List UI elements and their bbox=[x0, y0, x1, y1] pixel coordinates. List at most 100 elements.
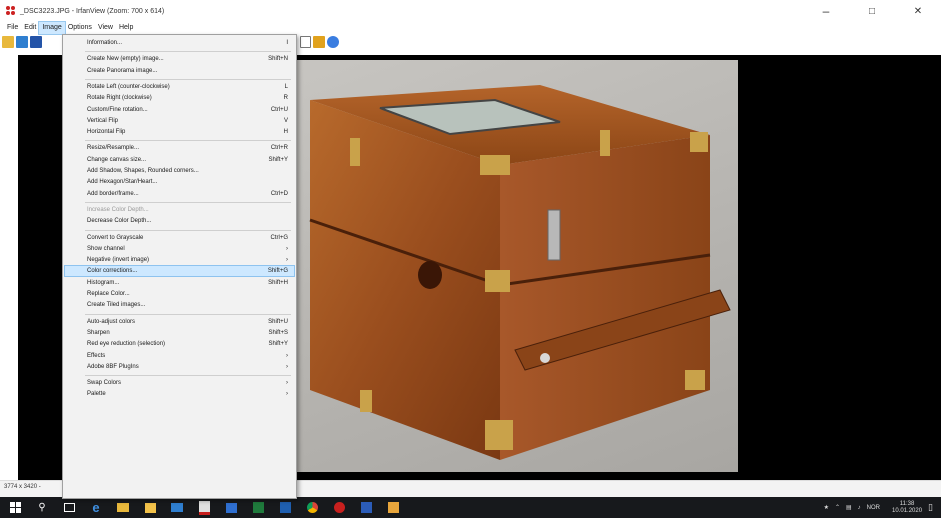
menu-item-rotate-left-counter-clockwise[interactable]: Rotate Left (counter-clockwise) L bbox=[65, 82, 294, 92]
menu-item-label: Create New (empty) image... bbox=[87, 56, 164, 63]
menu-item-swap-colors[interactable]: Swap Colors › bbox=[65, 378, 294, 388]
menu-separator bbox=[85, 51, 291, 53]
mail-icon[interactable] bbox=[170, 501, 184, 515]
chrome-icon[interactable] bbox=[305, 501, 319, 515]
menu-item-rotate-right-clockwise[interactable]: Rotate Right (clockwise) R bbox=[65, 93, 294, 103]
irfanview-app-icon[interactable] bbox=[6, 6, 16, 16]
menu-item-custom-fine-rotation[interactable]: Custom/Fine rotation... Ctrl+U bbox=[65, 105, 294, 115]
menu-item-shortcut: › bbox=[286, 363, 288, 370]
notification-icon[interactable]: ▯ bbox=[928, 502, 933, 513]
chevron-up-icon[interactable]: ⌃ bbox=[835, 504, 840, 511]
menu-item-label: Show channel bbox=[87, 245, 125, 252]
language-indicator[interactable]: NOR bbox=[867, 505, 880, 511]
menu-item-sharpen[interactable]: Sharpen Shift+S bbox=[65, 328, 294, 338]
menu-item-label: Red eye reduction (selection) bbox=[87, 341, 166, 348]
menu-item-color-corrections[interactable]: Color corrections... Shift+G bbox=[64, 265, 295, 278]
excel-icon[interactable] bbox=[251, 501, 265, 515]
help-icon[interactable] bbox=[327, 36, 339, 48]
menu-item-shortcut: R bbox=[283, 95, 288, 102]
menu-item-adobe-8bf-plugins[interactable]: Adobe 8BF PlugIns › bbox=[65, 362, 294, 372]
store-icon[interactable] bbox=[143, 501, 157, 515]
menu-separator bbox=[85, 375, 291, 377]
menu-bar: File Edit Image Options View Help bbox=[0, 21, 136, 35]
menu-item-negative-invert-image[interactable]: Negative (invert image) › bbox=[65, 255, 294, 265]
menu-item-label: Histogram... bbox=[87, 279, 120, 286]
menu-file[interactable]: File bbox=[4, 22, 21, 34]
menu-item-add-hexagon-star-heart[interactable]: Add Hexagon/Star/Heart... bbox=[65, 177, 294, 187]
menu-item-red-eye-reduction-selection[interactable]: Red eye reduction (selection) Shift+Y bbox=[65, 339, 294, 349]
menu-item-shortcut: L bbox=[284, 83, 288, 90]
menu-item-add-border-frame[interactable]: Add border/frame... Ctrl+D bbox=[65, 189, 294, 199]
menu-item-show-channel[interactable]: Show channel › bbox=[65, 244, 294, 254]
photos-icon[interactable] bbox=[224, 501, 238, 515]
menu-item-vertical-flip[interactable]: Vertical Flip V bbox=[65, 116, 294, 126]
slideshow-icon[interactable] bbox=[16, 36, 28, 48]
menu-item-shortcut: H bbox=[283, 129, 288, 136]
menu-help[interactable]: Help bbox=[116, 22, 136, 34]
word-icon[interactable] bbox=[359, 501, 373, 515]
system-tray: ★ ⌃ ▤ ♪ NOR 11:38 10.01.2020 ▯ bbox=[818, 497, 933, 518]
menu-item-label: Vertical Flip bbox=[87, 117, 119, 124]
menu-item-label: Add border/frame... bbox=[87, 190, 139, 197]
menu-item-create-tiled-images[interactable]: Create Tiled images... bbox=[65, 300, 294, 310]
menu-item-information[interactable]: Information... I bbox=[65, 38, 294, 48]
menu-image[interactable]: Image bbox=[38, 21, 66, 35]
menu-item-decrease-color-depth[interactable]: Decrease Color Depth... bbox=[65, 216, 294, 226]
close-button[interactable]: ✕ bbox=[895, 0, 941, 22]
menu-item-label: Change canvas size... bbox=[87, 156, 147, 163]
menu-item-shortcut: Shift+S bbox=[268, 329, 288, 336]
menu-item-shortcut: › bbox=[286, 245, 288, 252]
minimize-button[interactable]: – bbox=[803, 0, 849, 22]
save-icon[interactable] bbox=[30, 36, 42, 48]
task-view-icon[interactable] bbox=[62, 501, 76, 515]
menu-item-label: Negative (invert image) bbox=[87, 257, 150, 264]
maximize-button[interactable]: □ bbox=[849, 0, 895, 22]
menu-edit[interactable]: Edit bbox=[21, 22, 39, 34]
menu-item-change-canvas-size[interactable]: Change canvas size... Shift+Y bbox=[65, 155, 294, 165]
windows-start-icon[interactable] bbox=[8, 501, 22, 515]
menu-separator bbox=[85, 78, 291, 80]
paint-icon[interactable] bbox=[313, 36, 325, 48]
menu-item-increase-color-depth: Increase Color Depth... bbox=[65, 205, 294, 215]
outlook-icon[interactable] bbox=[278, 501, 292, 515]
edge-icon[interactable]: e bbox=[89, 500, 103, 515]
volume-icon[interactable]: ♪ bbox=[858, 505, 861, 511]
menu-item-convert-to-grayscale[interactable]: Convert to Grayscale Ctrl+G bbox=[65, 233, 294, 243]
menu-item-label: Rotate Right (clockwise) bbox=[87, 95, 152, 102]
menu-item-resize-resample[interactable]: Resize/Resample... Ctrl+R bbox=[65, 143, 294, 153]
menu-item-label: Sharpen bbox=[87, 329, 110, 336]
menu-item-histogram[interactable]: Histogram... Shift+H bbox=[65, 278, 294, 288]
menu-item-create-new-empty-image[interactable]: Create New (empty) image... Shift+N bbox=[65, 54, 294, 64]
file-explorer-icon[interactable] bbox=[116, 501, 130, 515]
menu-item-palette[interactable]: Palette › bbox=[65, 389, 294, 399]
menu-item-shortcut: V bbox=[283, 117, 288, 124]
menu-item-horizontal-flip[interactable]: Horizontal Flip H bbox=[65, 127, 294, 137]
copy-icon[interactable] bbox=[300, 36, 311, 48]
open-folder-icon[interactable] bbox=[2, 36, 14, 48]
network-icon[interactable]: ▤ bbox=[846, 504, 852, 511]
menu-item-label: Effects bbox=[87, 352, 106, 359]
menu-item-replace-color[interactable]: Replace Color... bbox=[65, 289, 294, 299]
clock-date: 10.01.2020 bbox=[892, 507, 923, 514]
menu-item-shortcut: Ctrl+U bbox=[270, 106, 288, 113]
clock[interactable]: 11:38 10.01.2020 bbox=[886, 501, 922, 515]
people-icon[interactable]: ★ bbox=[824, 504, 829, 511]
menu-item-shortcut: Shift+N bbox=[268, 56, 288, 63]
menu-item-add-shadow-shapes-rounded-corners[interactable]: Add Shadow, Shapes, Rounded corners... bbox=[65, 166, 294, 176]
menu-options[interactable]: Options bbox=[65, 22, 95, 34]
menu-item-label: Auto-adjust colors bbox=[87, 318, 136, 325]
menu-item-auto-adjust-colors[interactable]: Auto-adjust colors Shift+U bbox=[65, 317, 294, 327]
menu-item-label: Add Hexagon/Star/Heart... bbox=[87, 179, 158, 186]
irfanview-icon[interactable] bbox=[332, 501, 346, 515]
menu-item-create-panorama-image[interactable]: Create Panorama image... bbox=[65, 66, 294, 76]
paint-icon[interactable] bbox=[386, 501, 400, 515]
acrobat-icon[interactable] bbox=[197, 500, 211, 515]
image-menu-dropdown: Information... I Create New (empty) image.… bbox=[62, 34, 297, 499]
search-icon[interactable]: ⚲ bbox=[35, 501, 49, 515]
menu-item-shortcut: Shift+Y bbox=[268, 341, 288, 348]
menu-separator bbox=[85, 201, 291, 203]
menu-item-label: Replace Color... bbox=[87, 291, 130, 297]
menu-separator bbox=[85, 140, 291, 142]
menu-item-effects[interactable]: Effects › bbox=[65, 351, 294, 361]
menu-view[interactable]: View bbox=[95, 22, 116, 34]
